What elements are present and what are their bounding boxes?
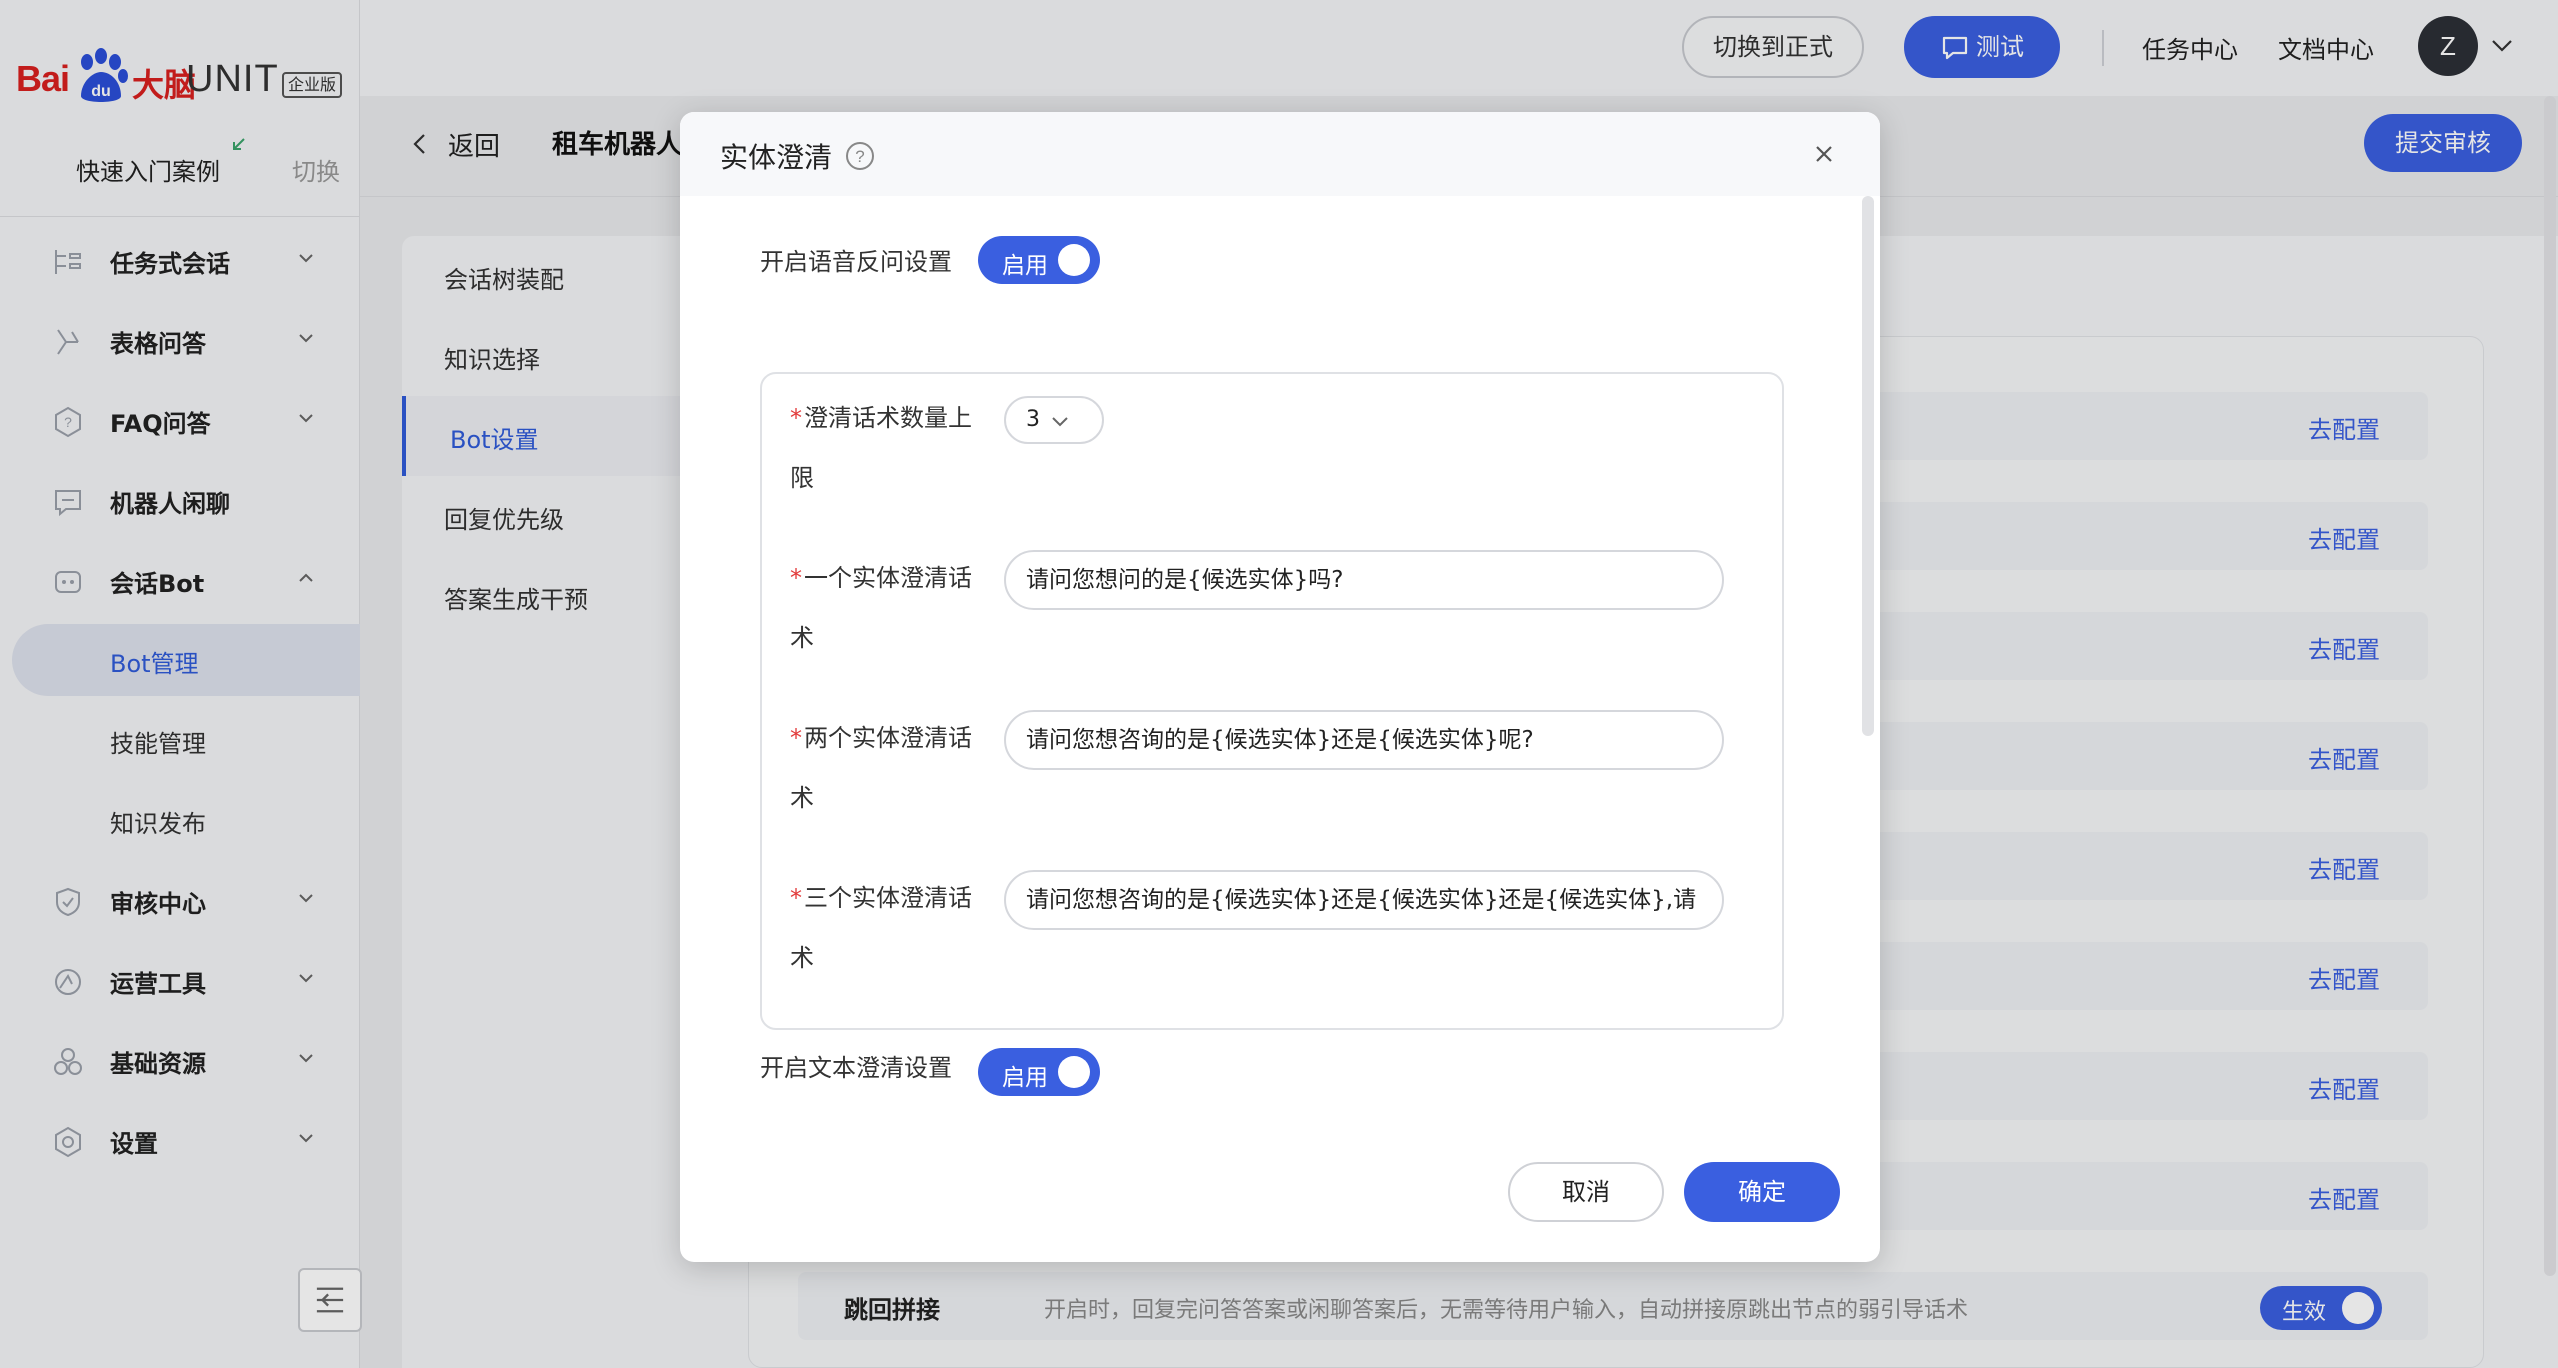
- chevron-down-icon: [1052, 417, 1068, 427]
- one-entity-input[interactable]: 请问您想问的是{候选实体}吗?: [1004, 550, 1724, 610]
- toggle-label: 启用: [1002, 1065, 1048, 1091]
- toggle-label: 启用: [1002, 253, 1048, 279]
- text-clarify-label: 开启文本澄清设置: [760, 1054, 952, 1082]
- two-entity-label: 两个实体澄清话术: [790, 708, 990, 828]
- close-icon[interactable]: [1808, 138, 1840, 170]
- three-entity-input[interactable]: 请问您想咨询的是{候选实体}还是{候选实体}还是{候选实体},请: [1004, 870, 1724, 930]
- dialog-title: 实体澄清: [720, 141, 833, 174]
- clarify-count-select[interactable]: 3: [1004, 396, 1104, 444]
- dialog-scrollbar[interactable]: [1862, 196, 1874, 736]
- entity-clarify-dialog: 实体澄清 ? 开启语音反问设置 启用 澄清话术数量上限 3 一个实体澄清话术 请…: [680, 112, 1880, 1262]
- three-entity-label: 三个实体澄清话术: [790, 868, 990, 988]
- dialog-header: 实体澄清 ?: [680, 112, 1880, 196]
- confirm-button[interactable]: 确定: [1684, 1162, 1840, 1222]
- voice-clarify-toggle[interactable]: 启用: [978, 236, 1100, 284]
- help-icon[interactable]: ?: [844, 140, 876, 172]
- one-entity-label: 一个实体澄清话术: [790, 548, 990, 668]
- voice-clarify-label: 开启语音反问设置: [760, 248, 952, 276]
- text-clarify-label-clip: 开启文本澄清设置: [760, 1038, 960, 1138]
- select-value: 3: [1026, 407, 1040, 432]
- toggle-knob: [1058, 244, 1090, 276]
- entity-clarify-settings-box: 澄清话术数量上限 3 一个实体澄清话术 请问您想问的是{候选实体}吗? 两个实体…: [760, 372, 1784, 1030]
- text-clarify-toggle[interactable]: 启用: [978, 1048, 1100, 1096]
- svg-text:?: ?: [855, 147, 864, 166]
- clarify-count-label: 澄清话术数量上限: [790, 388, 990, 508]
- cancel-button[interactable]: 取消: [1508, 1162, 1664, 1222]
- toggle-knob: [1058, 1056, 1090, 1088]
- two-entity-input[interactable]: 请问您想咨询的是{候选实体}还是{候选实体}呢?: [1004, 710, 1724, 770]
